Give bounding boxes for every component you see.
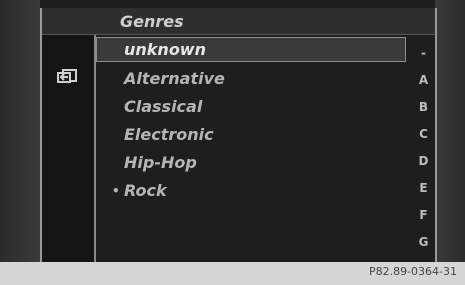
- index-letter-b[interactable]: B: [412, 100, 435, 114]
- figure-caption: P82.89-0364-31: [368, 265, 457, 278]
- current-item-bullet: •: [112, 184, 120, 198]
- right-bezel: [435, 0, 465, 262]
- back-arrow-icon[interactable]: [55, 67, 81, 87]
- left-bezel: [0, 0, 40, 262]
- index-letter-g[interactable]: G: [412, 235, 435, 249]
- list-item-alternative[interactable]: Alternative: [96, 67, 408, 91]
- index-letter-a[interactable]: A: [412, 73, 435, 87]
- list-item-label: Rock: [124, 181, 167, 200]
- list-item-label: Hip-Hop: [124, 153, 197, 172]
- index-letter-e[interactable]: E: [412, 181, 435, 195]
- index-letter-d[interactable]: D: [412, 154, 435, 168]
- media-screen: Genres unknown Alternative Classical Ele…: [0, 0, 465, 262]
- frame-right-divider: [435, 8, 437, 262]
- list-item-label: Classical: [124, 97, 203, 116]
- list-item-classical[interactable]: Classical: [96, 95, 408, 119]
- list-item-label: Electronic: [124, 125, 214, 144]
- list-item-label: unknown: [124, 40, 206, 59]
- index-letter-f[interactable]: F: [412, 208, 435, 222]
- list-item-hip-hop[interactable]: Hip-Hop: [96, 151, 408, 175]
- page-title: Genres: [120, 12, 184, 31]
- list-item-rock[interactable]: • Rock: [96, 179, 408, 203]
- list-item-unknown[interactable]: unknown: [96, 37, 406, 62]
- index-letter-c[interactable]: C: [412, 127, 435, 141]
- list-item-label: Alternative: [124, 69, 225, 88]
- index-letter-dash[interactable]: -: [412, 46, 435, 60]
- alphabet-index: - A B C D E F G: [412, 36, 435, 262]
- list-item-electronic[interactable]: Electronic: [96, 123, 408, 147]
- genre-list: unknown Alternative Classical Electronic…: [96, 36, 411, 262]
- title-bar: [42, 8, 435, 35]
